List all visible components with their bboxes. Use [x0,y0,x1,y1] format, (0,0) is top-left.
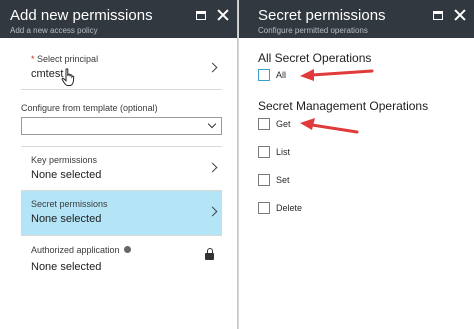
arrow-annotation [300,69,374,81]
annotation-overlay [300,69,374,134]
arrow-annotation [300,118,359,134]
